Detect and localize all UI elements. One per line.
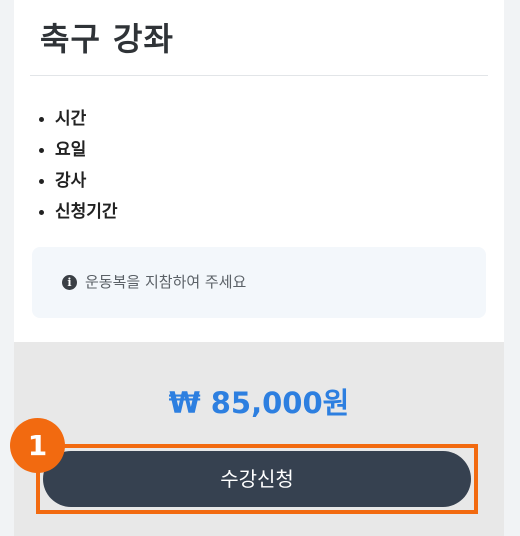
purchase-section: ₩ 85,000원 수강신청 xyxy=(14,342,504,536)
apply-button-highlight: 수강신청 xyxy=(36,444,478,514)
list-item-application-period: 신청기간 xyxy=(36,198,118,229)
step-number-badge: 1 xyxy=(10,418,65,473)
course-card: 축구 강좌 시간 요일 강사 신청기간 i 운동복을 지참하여 주세요 ₩ 85… xyxy=(14,0,504,536)
list-item-label: 시간 xyxy=(55,109,87,129)
list-item-instructor: 강사 xyxy=(36,167,118,198)
apply-button[interactable]: 수강신청 xyxy=(43,451,471,507)
notice-box: i 운동복을 지참하여 주세요 xyxy=(32,247,486,318)
bullet-icon xyxy=(39,117,44,122)
bullet-icon xyxy=(39,210,44,215)
list-item-label: 신청기간 xyxy=(55,202,118,222)
page-title: 축구 강좌 xyxy=(40,20,174,58)
course-detail-page: 축구 강좌 시간 요일 강사 신청기간 i 운동복을 지참하여 주세요 ₩ 85… xyxy=(0,0,520,536)
list-item-time: 시간 xyxy=(36,105,118,136)
list-item-day: 요일 xyxy=(36,136,118,167)
course-price: ₩ 85,000원 xyxy=(168,386,350,420)
bullet-icon xyxy=(39,179,44,184)
title-divider xyxy=(30,75,488,76)
info-icon: i xyxy=(62,275,77,290)
notice-text: 운동복을 지참하여 주세요 xyxy=(85,273,247,291)
bullet-icon xyxy=(39,148,44,153)
course-info-list: 시간 요일 강사 신청기간 xyxy=(36,105,118,229)
list-item-label: 요일 xyxy=(55,140,87,160)
list-item-label: 강사 xyxy=(55,171,87,191)
